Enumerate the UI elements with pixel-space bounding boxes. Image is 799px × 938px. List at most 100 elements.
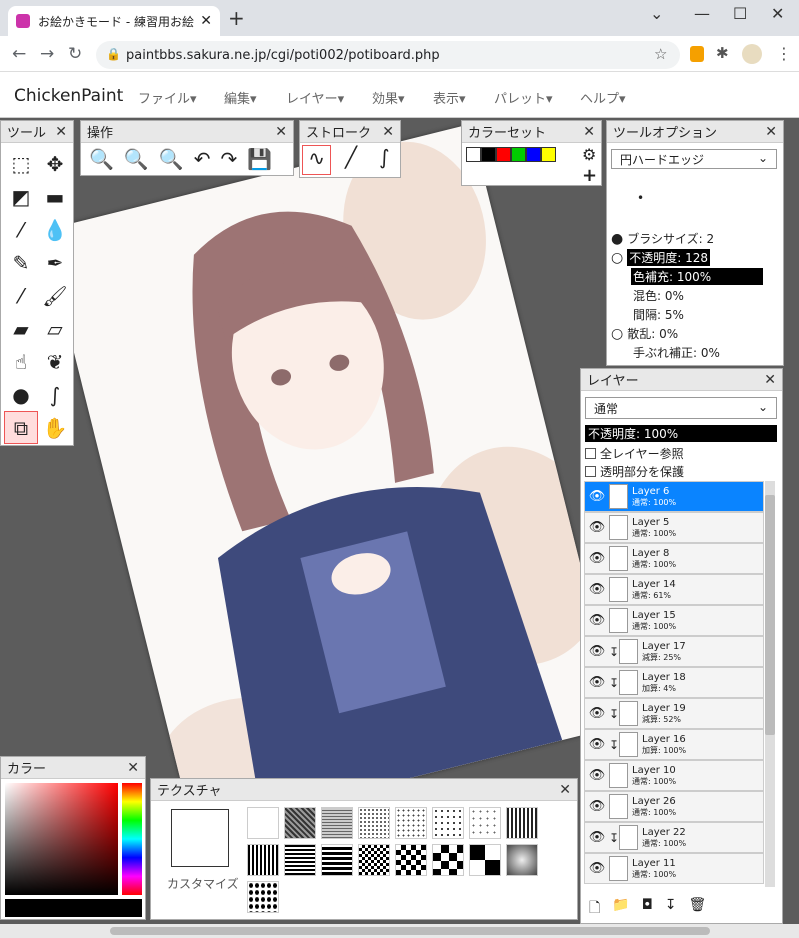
custom-texture-preview[interactable]	[171, 809, 229, 867]
zoom-out-icon[interactable]: 🔍	[124, 147, 149, 171]
menu-layer[interactable]: レイヤー▾	[286, 88, 344, 107]
layer-row[interactable]: 👁 Layer 8 通常: 100%	[584, 543, 764, 574]
pen-icon[interactable]: ✒	[38, 246, 72, 279]
new-folder-icon[interactable]: 📁	[612, 897, 629, 921]
stabilizer-slider[interactable]: 手ぶれ補正: 0%	[633, 344, 720, 361]
scatter-slider[interactable]: 散乱: 0%	[627, 325, 678, 342]
water-drop-icon[interactable]: 💧	[38, 213, 72, 246]
add-icon[interactable]: +	[582, 165, 597, 186]
menu-help[interactable]: ヘルプ▾	[580, 88, 626, 107]
eye-icon[interactable]: 👁	[585, 489, 609, 504]
hue-slider[interactable]	[122, 783, 142, 895]
spacing-slider[interactable]: 間隔: 5%	[633, 306, 684, 323]
check-all-layers[interactable]: 全レイヤー参照	[585, 445, 684, 462]
avatar[interactable]	[742, 44, 762, 64]
gradient-icon[interactable]: ▬	[38, 180, 72, 213]
minimize-icon[interactable]: —	[694, 4, 710, 23]
undo-icon[interactable]: ↶	[194, 147, 211, 171]
close-window-icon[interactable]: ✕	[771, 4, 784, 23]
dodge-icon[interactable]: ●	[4, 378, 38, 411]
brush-size-slider[interactable]: ブラシサイズ: 2	[627, 230, 715, 247]
layer-row[interactable]: 👁 ↧ Layer 16 加算: 100%	[584, 729, 764, 760]
opacity-slider[interactable]: 不透明度: 128	[627, 249, 710, 266]
color-fill-slider[interactable]: 色補充: 100%	[631, 268, 763, 285]
opacity-circle-icon[interactable]: ○	[611, 250, 623, 266]
saturation-value-picker[interactable]	[5, 783, 118, 895]
layer-row[interactable]: 👁 Layer 5 通常: 100%	[584, 512, 764, 543]
texture-swatch[interactable]	[358, 807, 390, 839]
eye-icon[interactable]: 👁	[585, 644, 609, 659]
add-mask-icon[interactable]: ◘	[642, 897, 653, 921]
bookmark-star-icon[interactable]: ☆	[654, 45, 667, 63]
swatch-yellow[interactable]	[541, 147, 556, 162]
swatch-green[interactable]	[511, 147, 526, 162]
fill-bucket-icon[interactable]: ◩	[4, 180, 38, 213]
customize-label[interactable]: カスタマイズ	[167, 875, 239, 892]
pencil-icon[interactable]: ✎	[4, 246, 38, 279]
gear-icon[interactable]: ⚙	[582, 145, 596, 164]
close-icon[interactable]: ✕	[127, 760, 139, 776]
layer-row[interactable]: 👁 ↧ Layer 19 減算: 52%	[584, 698, 764, 729]
move-icon[interactable]: ✥	[38, 147, 72, 180]
texture-swatch[interactable]	[432, 844, 464, 876]
layer-row[interactable]: 👁 ↧ Layer 17 減算: 25%	[584, 636, 764, 667]
maximize-icon[interactable]: ☐	[733, 4, 747, 23]
kebab-menu-icon[interactable]: ⋮	[776, 44, 792, 63]
eye-icon[interactable]: 👁	[585, 861, 609, 876]
zoom-100-icon[interactable]: 🔍	[159, 147, 184, 171]
close-icon[interactable]: ✕	[382, 124, 394, 140]
eye-icon[interactable]: 👁	[585, 675, 609, 690]
eye-icon[interactable]: 👁	[585, 551, 609, 566]
checkbox[interactable]	[585, 448, 596, 459]
brush-select[interactable]: 円ハードエッジ ⌄	[611, 149, 777, 169]
texture-swatch[interactable]	[469, 844, 501, 876]
transform-icon[interactable]: ⧉	[4, 411, 38, 444]
layer-row[interactable]: 👁 Layer 26 通常: 100%	[584, 791, 764, 822]
menu-view[interactable]: 表示▾	[433, 88, 466, 107]
texture-swatch[interactable]	[247, 807, 279, 839]
rect-select-icon[interactable]: ⬚	[4, 147, 38, 180]
layer-row[interactable]: 👁 Layer 10 通常: 100%	[584, 760, 764, 791]
freehand-stroke-icon[interactable]: ∿	[302, 145, 332, 175]
texture-swatch[interactable]	[284, 844, 316, 876]
layer-row[interactable]: 👁 Layer 14 通常: 61%	[584, 574, 764, 605]
eye-icon[interactable]: 👁	[585, 613, 609, 628]
layer-row[interactable]: 👁 Layer 15 通常: 100%	[584, 605, 764, 636]
redo-icon[interactable]: ↷	[220, 147, 237, 171]
puzzle-icon[interactable]: ✱	[716, 44, 729, 62]
airbrush-icon[interactable]: ⁄	[4, 279, 38, 312]
close-icon[interactable]: ✕	[583, 124, 595, 140]
layer-row[interactable]: 👁 ↧ Layer 22 通常: 100%	[584, 822, 764, 853]
layer-scrollbar[interactable]	[765, 481, 775, 887]
close-icon[interactable]: ✕	[764, 372, 776, 388]
hand-icon[interactable]: ✋	[38, 411, 72, 444]
drawing-canvas[interactable]	[43, 123, 621, 833]
close-icon[interactable]: ✕	[275, 124, 287, 140]
close-icon[interactable]: ✕	[55, 124, 67, 140]
blend-icon[interactable]: ❦	[38, 345, 72, 378]
delete-layer-icon[interactable]: 🗑	[689, 897, 707, 921]
scatter-circle-icon[interactable]: ○	[611, 326, 623, 342]
curve-stroke-icon[interactable]: ∫	[371, 145, 398, 175]
menu-edit[interactable]: 編集▾	[224, 88, 257, 107]
new-tab-icon[interactable]: +	[228, 8, 245, 28]
page-scrollbar[interactable]	[0, 924, 799, 938]
texture-swatch[interactable]	[395, 807, 427, 839]
layer-opacity-slider[interactable]: 不透明度: 100%	[585, 425, 777, 442]
eye-icon[interactable]: 👁	[585, 799, 609, 814]
soft-eraser-icon[interactable]: ▱	[38, 312, 72, 345]
forward-icon[interactable]: →	[40, 44, 54, 64]
close-icon[interactable]: ✕	[559, 782, 571, 798]
texture-swatch[interactable]	[321, 844, 353, 876]
brush-icon[interactable]: 🖌	[38, 279, 72, 312]
texture-swatch[interactable]	[469, 807, 501, 839]
mix-slider[interactable]: 混色: 0%	[633, 287, 684, 304]
extension-icon[interactable]	[690, 46, 704, 62]
check-protect-alpha[interactable]: 透明部分を保護	[585, 463, 684, 480]
texture-swatch[interactable]	[506, 844, 538, 876]
swatch-black[interactable]	[481, 147, 496, 162]
menu-effects[interactable]: 効果▾	[372, 88, 405, 107]
back-icon[interactable]: ←	[12, 44, 26, 64]
layer-row[interactable]: 👁 Layer 6 通常: 100%	[584, 481, 764, 512]
eye-icon[interactable]: 👁	[585, 520, 609, 535]
